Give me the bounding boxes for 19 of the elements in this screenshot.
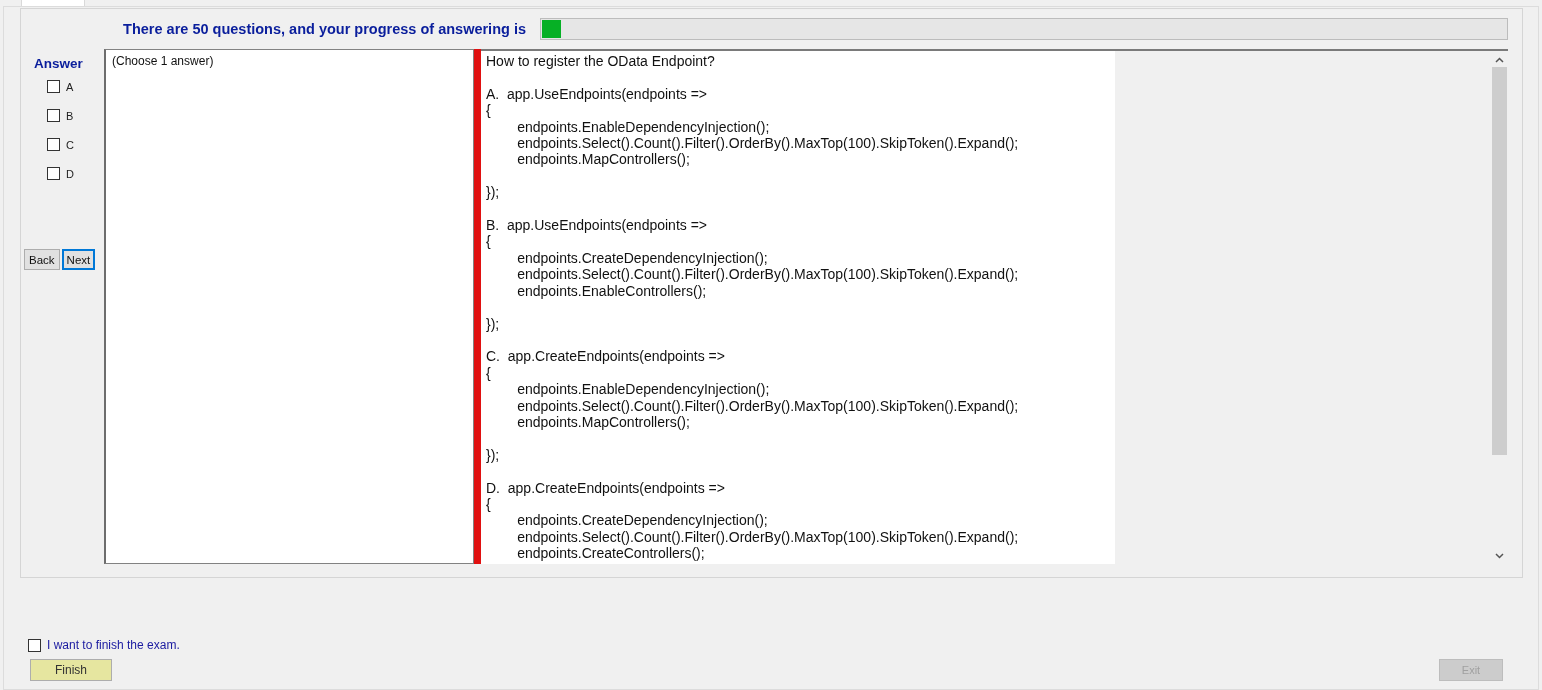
checkbox[interactable] bbox=[28, 638, 41, 652]
option-label: B bbox=[66, 109, 74, 122]
finish-label: I want to finish the exam. bbox=[47, 638, 180, 652]
scroll-down-icon[interactable] bbox=[1495, 553, 1504, 559]
question-text: How to register the OData Endpoint? A. app.UseEndpoints(endpoints => { endpoints.EnableDependencyInjection(); endpoints.Select().Count().Filter().OrderBy().MaxTop(100).SkipToken().Expand(); endpoints.MapControllers(); }); B. app.UseEndpoints(endpoints => { endpoints.CreateDependencyInjection(); endpoints.Select().Count().Filter().OrderBy().MaxTop(100).SkipToken().Expand(); endpoints.EnableControllers(); }); C. app.CreateEndpoints(endpoints => { endpoints.EnableDependencyInjection(); endpoints.Select().Count().Filter().OrderBy().MaxTop(100).SkipToken().Expand(); endpoints.MapControllers(); }); D. app.CreateEndpoints(endpoints => { endpoints.CreateDependencyInjection(); endpoints.Select().Count().Filter().OrderBy().MaxTop(100).SkipToken().Expand(); endpoints.CreateControllers(); bbox=[481, 51, 1114, 564]
checkbox[interactable] bbox=[47, 138, 60, 151]
checkbox[interactable] bbox=[47, 109, 60, 122]
finish-button[interactable]: Finish bbox=[30, 659, 112, 681]
option-label: A bbox=[66, 80, 74, 93]
option-label: C bbox=[66, 138, 74, 151]
checkbox[interactable] bbox=[47, 167, 60, 180]
option-label: D bbox=[66, 167, 74, 180]
scroll-up-icon[interactable] bbox=[1495, 57, 1504, 63]
checkbox[interactable] bbox=[47, 80, 60, 93]
back-button[interactable]: Back bbox=[24, 249, 60, 270]
answer-heading: Answer bbox=[34, 56, 83, 71]
progress-label: There are 50 questions, and your progress of answering is bbox=[122, 21, 527, 37]
instruction-panel: (Choose 1 answer) bbox=[104, 49, 474, 564]
next-button[interactable]: Next bbox=[61, 249, 96, 270]
